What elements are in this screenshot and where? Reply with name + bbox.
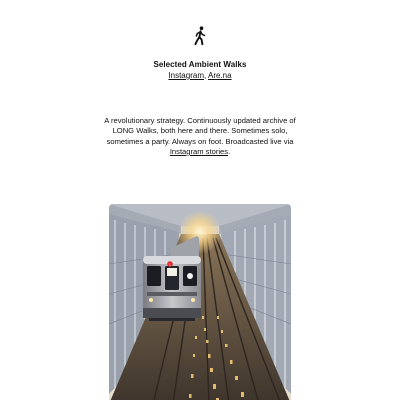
intro-text: A revolutionary strategy. Continuously u… bbox=[104, 116, 296, 146]
intro-text-end: . bbox=[228, 146, 231, 156]
instagram-link[interactable]: Instagram bbox=[168, 71, 204, 80]
walking-person-icon[interactable] bbox=[191, 26, 209, 46]
instagram-stories-link[interactable]: Instagram stories bbox=[170, 147, 228, 156]
featured-walk-image[interactable]: L bbox=[109, 204, 291, 400]
site-links: Instagram, Are.na bbox=[0, 71, 400, 80]
arena-link[interactable]: Are.na bbox=[208, 71, 232, 80]
site-title: Selected Ambient Walks bbox=[153, 60, 247, 69]
page: Selected Ambient Walks Instagram, Are.na… bbox=[0, 0, 400, 400]
intro-paragraph: A revolutionary strategy. Continuously u… bbox=[95, 116, 305, 157]
subway-train-image: L bbox=[109, 204, 291, 400]
